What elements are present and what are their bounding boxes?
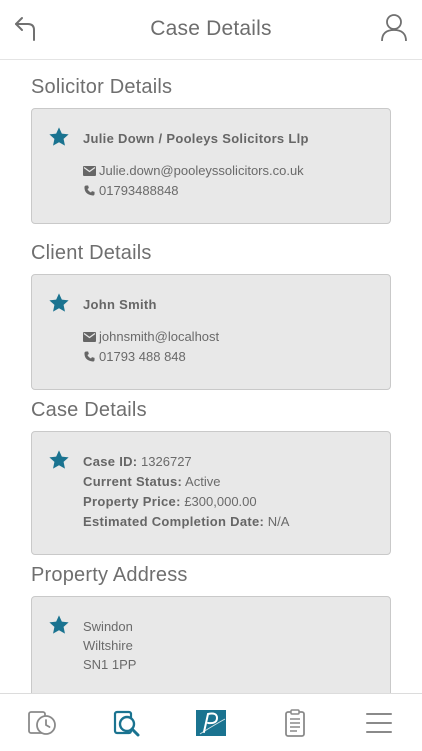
star-icon[interactable] [48, 614, 70, 636]
phone-icon [84, 351, 95, 362]
address-line-3: SN1 1PP [83, 657, 137, 672]
property-card: Swindon Wiltshire SN1 1PP [31, 596, 391, 694]
notes-icon[interactable] [279, 707, 311, 739]
case-status-value: Active [185, 474, 221, 489]
client-email-row[interactable]: johnsmith@localhost [83, 329, 219, 344]
star-icon[interactable] [48, 449, 70, 471]
star-icon[interactable] [48, 126, 70, 148]
star-icon[interactable] [48, 292, 70, 314]
app-header: Case Details [0, 0, 422, 60]
case-section-title: Case Details [31, 399, 147, 421]
client-email: johnsmith@localhost [99, 329, 220, 344]
property-price-value: £300,000.00 [184, 494, 257, 509]
case-details-content[interactable]: Solicitor Details Julie Down / Pooleys S… [0, 60, 422, 694]
address-line-2: Wiltshire [83, 638, 133, 653]
completion-date-row: Estimated Completion Date: N/A [83, 514, 289, 529]
case-search-icon[interactable] [110, 707, 142, 739]
case-id-value: 1326727 [141, 454, 192, 469]
client-card: John Smith johnsmith@localhost 01793 488… [31, 274, 391, 390]
address-line-1: Swindon [83, 619, 133, 634]
property-price-row: Property Price: £300,000.00 [83, 494, 257, 509]
completion-date-value: N/A [267, 514, 290, 529]
solicitor-section-title: Solicitor Details [31, 76, 173, 98]
case-card: Case ID: 1326727 Current Status: Active … [31, 431, 391, 555]
client-name: John Smith [83, 297, 157, 312]
client-phone: 01793 488 848 [99, 349, 186, 364]
user-profile-icon[interactable] [380, 13, 408, 43]
client-section-title: Client Details [31, 242, 152, 264]
case-id-row: Case ID: 1326727 [83, 454, 192, 469]
pooleys-logo-icon[interactable] [195, 707, 227, 739]
solicitor-name: Julie Down / Pooleys Solicitors Llp [83, 131, 309, 146]
bottom-tab-bar [0, 693, 422, 751]
phone-icon [84, 185, 95, 196]
case-id-label: Case ID: [83, 454, 138, 469]
property-section-title: Property Address [31, 564, 188, 586]
menu-icon[interactable] [363, 707, 395, 739]
property-price-label: Property Price: [83, 494, 181, 509]
solicitor-phone: 01793488848 [99, 183, 179, 198]
envelope-icon [83, 332, 96, 342]
envelope-icon [83, 166, 96, 176]
client-phone-row[interactable]: 01793 488 848 [83, 349, 186, 364]
page-title: Case Details [150, 17, 272, 40]
solicitor-card: Julie Down / Pooleys Solicitors Llp Juli… [31, 108, 391, 224]
solicitor-phone-row[interactable]: 01793488848 [83, 183, 179, 198]
case-status-label: Current Status: [83, 474, 183, 489]
solicitor-email: Julie.down@pooleyssolicitors.co.uk [99, 163, 304, 178]
case-status-row: Current Status: Active [83, 474, 220, 489]
history-icon[interactable] [26, 707, 58, 739]
completion-date-label: Estimated Completion Date: [83, 514, 265, 529]
solicitor-email-row[interactable]: Julie.down@pooleyssolicitors.co.uk [83, 163, 304, 178]
